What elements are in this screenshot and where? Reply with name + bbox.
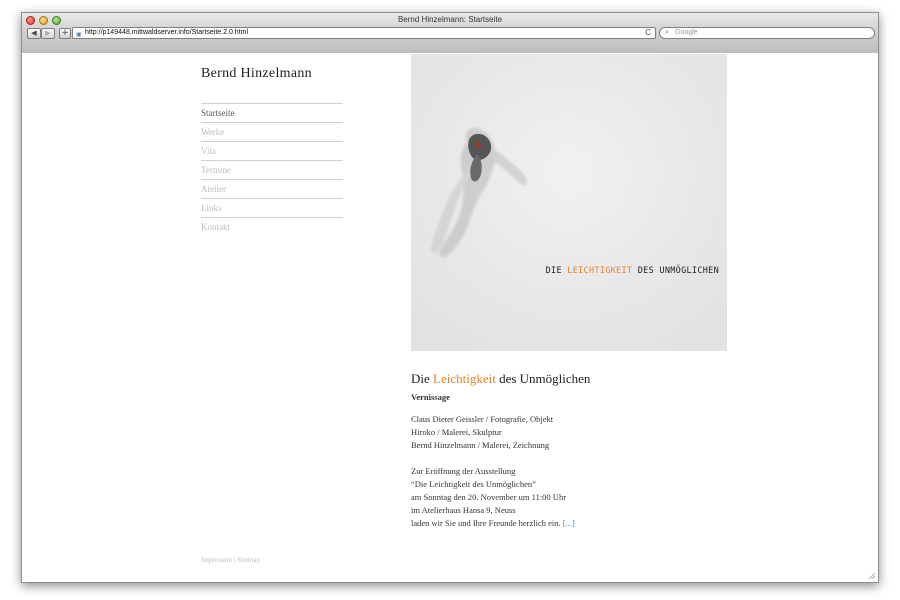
invitation-line-last: laden wir Sie und Ihre Freunde herzlich … xyxy=(411,517,575,530)
hero-caption-accent: LEICHTIGKEIT xyxy=(567,266,633,276)
main-navigation: Startseite Werke Vita Termine Atelier Li… xyxy=(201,103,343,236)
hero-caption: DIE LEICHTIGKEIT DES UNMÖGLICHEN xyxy=(546,266,719,276)
hero-caption-post: DES UNMÖGLICHEN xyxy=(632,266,719,276)
address-bar[interactable]: ▣ http://p149448.mittwaldserver.info/Sta… xyxy=(72,27,656,39)
artist-line: Hiroko / Malerei, Skulptur xyxy=(411,427,502,437)
resize-grip-icon[interactable] xyxy=(868,572,876,580)
site-title[interactable]: Bernd Hinzelmann xyxy=(201,66,312,82)
forward-button[interactable]: ▶ xyxy=(41,28,55,39)
search-icon: ⌕ xyxy=(665,29,669,36)
article-body: Claus Dieter Geissler / Fotografie, Obje… xyxy=(411,413,575,530)
impressum-link[interactable]: Impressum xyxy=(201,556,232,564)
invitation-line: im Atelierhaus Hansa 9, Neuss xyxy=(411,505,516,515)
hero-caption-pre: DIE xyxy=(545,266,568,276)
window-title: Bernd Hinzelmann: Startseite xyxy=(397,15,503,24)
nav-item-termine[interactable]: Termine xyxy=(201,160,343,179)
favicon-icon: ▣ xyxy=(76,32,82,38)
nav-item-startseite[interactable]: Startseite xyxy=(201,103,343,122)
artist-line: Bernd Hinzelmann / Malerei, Zeichnung xyxy=(411,440,550,450)
headline-pre: Die xyxy=(411,371,434,386)
nav-item-atelier[interactable]: Atelier xyxy=(201,179,343,198)
invitation-line: “Die Leichtigkeit des Unmöglichen” xyxy=(411,479,536,489)
nav-item-vita[interactable]: Vita xyxy=(201,141,343,160)
invitation-line: am Sonntag den 20. November um 11:00 Uhr xyxy=(411,492,567,502)
hero-image: DIE LEICHTIGKEIT DES UNMÖGLICHEN xyxy=(411,54,727,351)
back-button[interactable]: ◀ xyxy=(27,28,41,39)
nav-item-werke[interactable]: Werke xyxy=(201,122,343,141)
invitation-line: Zur Eröffnung der Ausstellung xyxy=(411,466,516,476)
title-bar: Bernd Hinzelmann: Startseite ◀ ▶ + ▣ htt… xyxy=(22,13,878,54)
article-headline: Die Leichtigkeit des Unmöglichen xyxy=(411,371,590,387)
footer: Impressum | Sitemap xyxy=(201,556,260,564)
nav-item-kontakt[interactable]: Kontakt xyxy=(201,217,343,236)
read-more-link[interactable]: [...] xyxy=(563,518,575,528)
browser-window: Bernd Hinzelmann: Startseite ◀ ▶ + ▣ htt… xyxy=(21,12,879,583)
page-content: Bernd Hinzelmann Startseite Werke Vita T… xyxy=(22,53,878,582)
headline-post: des Unmöglichen xyxy=(495,371,591,386)
search-field[interactable]: ⌕ Google xyxy=(659,27,875,39)
url-text[interactable]: http://p149448.mittwaldserver.info/Start… xyxy=(85,28,248,38)
article-subhead: Vernissage xyxy=(411,392,450,402)
search-placeholder: Google xyxy=(675,29,698,36)
add-bookmark-button[interactable]: + xyxy=(59,28,71,39)
floating-figure-illustration xyxy=(411,54,727,351)
sitemap-link[interactable]: Sitemap xyxy=(237,556,260,564)
nav-item-links[interactable]: Links xyxy=(201,198,343,217)
artist-line: Claus Dieter Geissler / Fotografie, Obje… xyxy=(411,414,554,424)
headline-accent: Leichtigkeit xyxy=(433,371,496,386)
invitation-text: laden wir Sie und Ihre Freunde herzlich … xyxy=(411,518,561,528)
reload-button[interactable]: C xyxy=(645,28,651,38)
footer-separator: | xyxy=(233,556,236,564)
